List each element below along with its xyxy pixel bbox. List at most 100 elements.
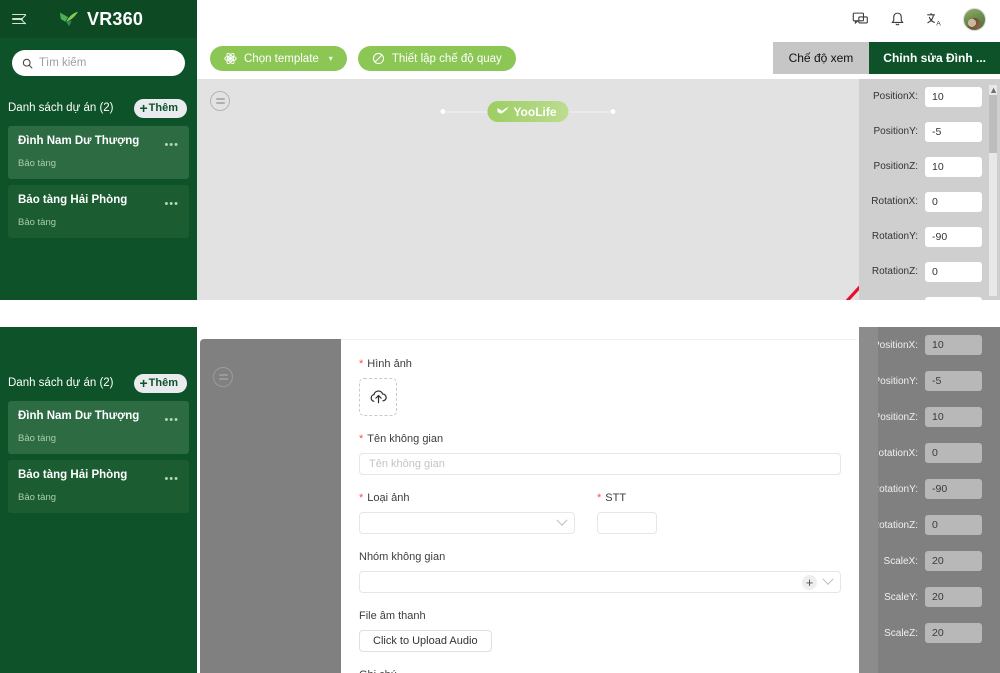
projects-header-bottom: Danh sách dự án (2) + Thêm [0,373,197,393]
list-item[interactable]: Bảo tàng Hải Phòng Bảo tàng ••• [8,185,189,238]
image-type-select[interactable] [359,512,575,534]
search-box[interactable] [12,50,185,76]
property-label: RotationZ: [871,266,918,277]
property-label: PositionY: [873,126,918,137]
panel-left-strip [859,327,878,673]
property-value-input [925,551,982,571]
space-group-label-text: Nhóm không gian [359,551,446,563]
audio-field: File âm thanh Click to Upload Audio [359,610,841,652]
property-label: RotationX: [871,196,918,207]
property-value-input[interactable] [925,121,982,142]
yoolife-bird-logo [59,11,79,27]
note-label-text: Ghi chú [359,669,397,673]
property-row: RotationX: [859,435,1000,471]
choose-template-button[interactable]: Chọn template ▾ [210,46,347,71]
projects-title: Danh sách dự án (2) [8,377,114,389]
order-input[interactable] [597,512,657,534]
image-label-text: Hình ảnh [367,358,412,370]
property-row: PositionX: [859,79,1000,114]
properties-panel: PositionX: PositionY: PositionZ: Rotatio… [859,79,1000,300]
project-name: Đình Nam Dư Thượng [18,410,140,422]
properties-scrollbar[interactable] [989,85,997,296]
space-name-label: * Tên không gian [359,433,841,445]
image-upload-dropzone[interactable] [359,378,397,416]
scrollbar-thumb[interactable] [989,95,997,153]
property-value-input [925,587,982,607]
property-label: PositionX: [872,91,918,102]
node-chip-label: YooLife [513,104,557,119]
properties-panel-dimmed: PositionX: PositionY: PositionZ: Rotatio… [859,327,1000,673]
bottom-viewport-modal-open: Danh sách dự án (2) + Thêm Đình Nam Dư T… [0,327,1000,673]
property-row: ScaleX: [859,289,1000,300]
sidebar: VR360 Danh sách dự án (2) + Thêm [0,0,197,300]
image-type-field: * Loại ảnh [359,492,575,534]
note-label: Ghi chú [359,669,841,673]
node-graph: YooLife [440,101,616,122]
property-value-input [925,335,982,355]
view-mode-button[interactable]: Chế độ xem [772,42,870,74]
search-input[interactable] [39,57,175,69]
space-group-select[interactable]: + [359,571,841,593]
list-item[interactable]: Đình Nam Dư Thượng Bảo tàng ••• [8,401,189,454]
property-value-input [925,443,982,463]
property-value-input[interactable] [925,296,982,300]
avatar[interactable] [963,7,986,31]
list-item[interactable]: Bảo tàng Hải Phòng Bảo tàng ••• [8,460,189,513]
more-options-icon[interactable]: ••• [164,414,179,426]
plus-circle-icon[interactable]: + [802,574,817,590]
space-name-input[interactable] [359,453,841,475]
add-project-label: Thêm [148,377,178,389]
canvas-workspace[interactable]: YooLife + Thêm mới không gian [197,79,917,300]
bell-icon[interactable] [889,11,906,28]
list-item[interactable]: Đình Nam Dư Thượng Bảo tàng ••• [8,126,189,179]
node-connector-left [445,110,488,113]
rotation-setup-button[interactable]: Thiết lập chế độ quay [357,46,516,71]
brand-name: VR360 [87,8,144,29]
property-row: RotationY: [859,219,1000,254]
image-type-label-text: Loại ảnh [367,492,410,504]
add-space-modal: * Hình ảnh * Tên không gian Tên không gi… [341,339,857,673]
property-value-input[interactable] [925,86,982,107]
property-value-input[interactable] [925,226,982,247]
space-name-label-text: Tên không gian [367,433,444,445]
add-project-button[interactable]: + Thêm [134,98,187,118]
chevron-down-icon: ▾ [328,54,333,63]
cloud-upload-icon [370,390,387,404]
more-options-icon[interactable]: ••• [164,198,179,210]
canvas-menu-icon[interactable] [210,91,230,111]
more-options-icon[interactable]: ••• [164,139,179,151]
translate-icon[interactable]: A [926,11,943,28]
property-value-input [925,371,982,391]
scroll-up-arrow[interactable]: ▲ [989,85,998,95]
chat-icon[interactable] [852,11,869,28]
projects-header: Danh sách dự án (2) + Thêm [0,98,197,118]
property-row: RotationY: [859,471,1000,507]
dimmed-canvas-overlay [200,339,341,673]
audio-label-text: File âm thanh [359,610,426,622]
note-field: Ghi chú [359,669,841,673]
node-chip-yoolife[interactable]: YooLife [487,101,569,122]
projects-title: Danh sách dự án (2) [8,102,114,114]
add-project-button[interactable]: + Thêm [134,373,187,393]
property-value-input[interactable] [925,261,982,282]
property-row: ScaleZ: [859,615,1000,651]
node-endpoint-right [610,109,616,114]
property-value-input[interactable] [925,156,982,177]
edit-mode-button[interactable]: Chỉnh sửa Đình ... [869,42,1000,74]
property-value-input [925,515,982,535]
property-row: ScaleX: [859,543,1000,579]
property-row: PositionZ: [859,149,1000,184]
property-value-input[interactable] [925,191,982,212]
upload-audio-button[interactable]: Click to Upload Audio [359,630,492,652]
type-and-order-row: * Loại ảnh * STT [359,492,841,534]
project-subtitle: Bảo tàng [18,433,57,444]
node-connector-right [568,110,611,113]
project-subtitle: Bảo tàng [18,217,57,228]
top-viewport: VR360 Danh sách dự án (2) + Thêm [0,0,1000,300]
app-screenshot: VR360 Danh sách dự án (2) + Thêm [0,0,1000,673]
space-name-field: * Tên không gian [359,433,841,475]
property-value-input [925,623,982,643]
project-subtitle: Bảo tàng [18,158,57,169]
menu-collapse-icon[interactable] [12,13,28,26]
more-options-icon[interactable]: ••• [164,473,179,485]
